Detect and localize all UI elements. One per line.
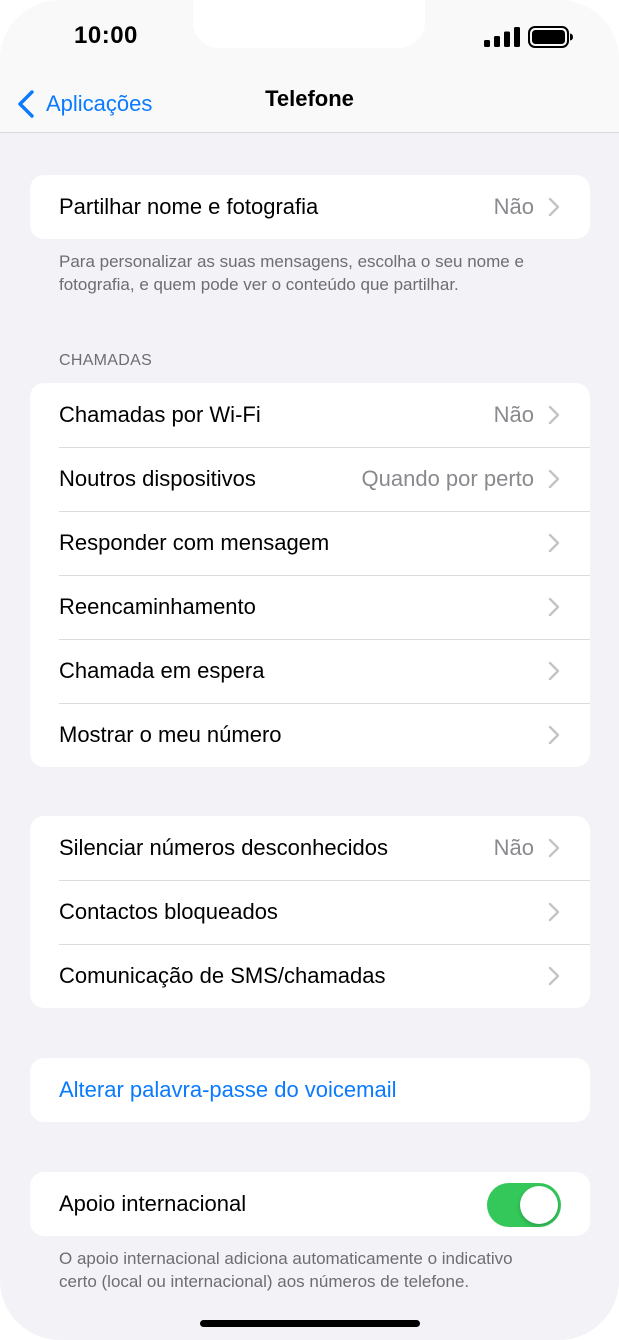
navigation-bar: Aplicações Telefone [0,78,619,133]
chevron-right-icon [548,469,560,489]
chevron-right-icon [548,197,560,217]
row-label: Partilhar nome e fotografia [59,194,319,219]
row-label: Comunicação de SMS/chamadas [59,963,386,988]
row-label: Reencaminhamento [59,594,256,619]
toggle-knob [520,1186,558,1224]
block-group: Silenciar números desconhecidos Não Cont… [30,816,590,1008]
respond-with-text-row[interactable]: Responder com mensagem [30,511,590,575]
chevron-right-icon [548,966,560,986]
chevron-right-icon [548,902,560,922]
silence-unknown-callers-row[interactable]: Silenciar números desconhecidos Não [30,816,590,880]
change-voicemail-password-button[interactable]: Alterar palavra-passe do voicemail [30,1058,590,1122]
row-label: Alterar palavra-passe do voicemail [59,1077,397,1102]
phone-screen: 10:00 Aplicações Telefone Partilhar nome… [0,0,619,1340]
row-label: Contactos bloqueados [59,899,278,924]
page-title: Telefone [265,86,354,111]
international-footnote: O apoio internacional adiciona automatic… [59,1249,513,1291]
blocked-contacts-row[interactable]: Contactos bloqueados [30,880,590,944]
sms-call-reporting-row[interactable]: Comunicação de SMS/chamadas [30,944,590,1008]
home-indicator[interactable] [200,1320,420,1327]
chevron-right-icon [548,661,560,681]
row-value: Não [493,835,534,860]
call-forwarding-row[interactable]: Reencaminhamento [30,575,590,639]
voicemail-group: Alterar palavra-passe do voicemail [30,1058,590,1122]
chevron-right-icon [548,533,560,553]
dial-assist-row: Apoio internacional [30,1172,590,1236]
chevron-right-icon [548,405,560,425]
row-label: Noutros dispositivos [59,466,256,491]
row-label: Chamada em espera [59,658,265,683]
chevron-right-icon [548,725,560,745]
dial-assist-toggle[interactable] [487,1183,561,1227]
notch [193,0,425,48]
status-time: 10:00 [74,22,138,49]
battery-icon [528,26,573,48]
row-value: Não [493,402,534,427]
call-waiting-row[interactable]: Chamada em espera [30,639,590,703]
cellular-signal-icon [484,27,520,47]
row-label: Mostrar o meu número [59,722,282,747]
row-label: Chamadas por Wi-Fi [59,402,261,427]
wifi-calling-row[interactable]: Chamadas por Wi-Fi Não [30,383,590,447]
show-caller-id-row[interactable]: Mostrar o meu número [30,703,590,767]
international-group: Apoio internacional [30,1172,590,1236]
chevron-right-icon [548,838,560,858]
status-bar: 10:00 [0,0,619,78]
chevron-right-icon [548,597,560,617]
row-label: Responder com mensagem [59,530,330,555]
row-value: Quando por perto [361,466,534,491]
other-devices-row[interactable]: Noutros dispositivos Quando por perto [30,447,590,511]
row-value: Não [493,194,534,219]
share-group: Partilhar nome e fotografia Não [30,175,590,239]
row-label: Silenciar números desconhecidos [59,835,388,860]
share-name-photo-row[interactable]: Partilhar nome e fotografia Não [30,175,590,239]
section-header-calls: CHAMADAS [59,352,153,369]
calls-group: Chamadas por Wi-Fi Não Noutros dispositi… [30,383,590,767]
share-footnote: Para personalizar as suas mensagens, esc… [59,252,524,294]
